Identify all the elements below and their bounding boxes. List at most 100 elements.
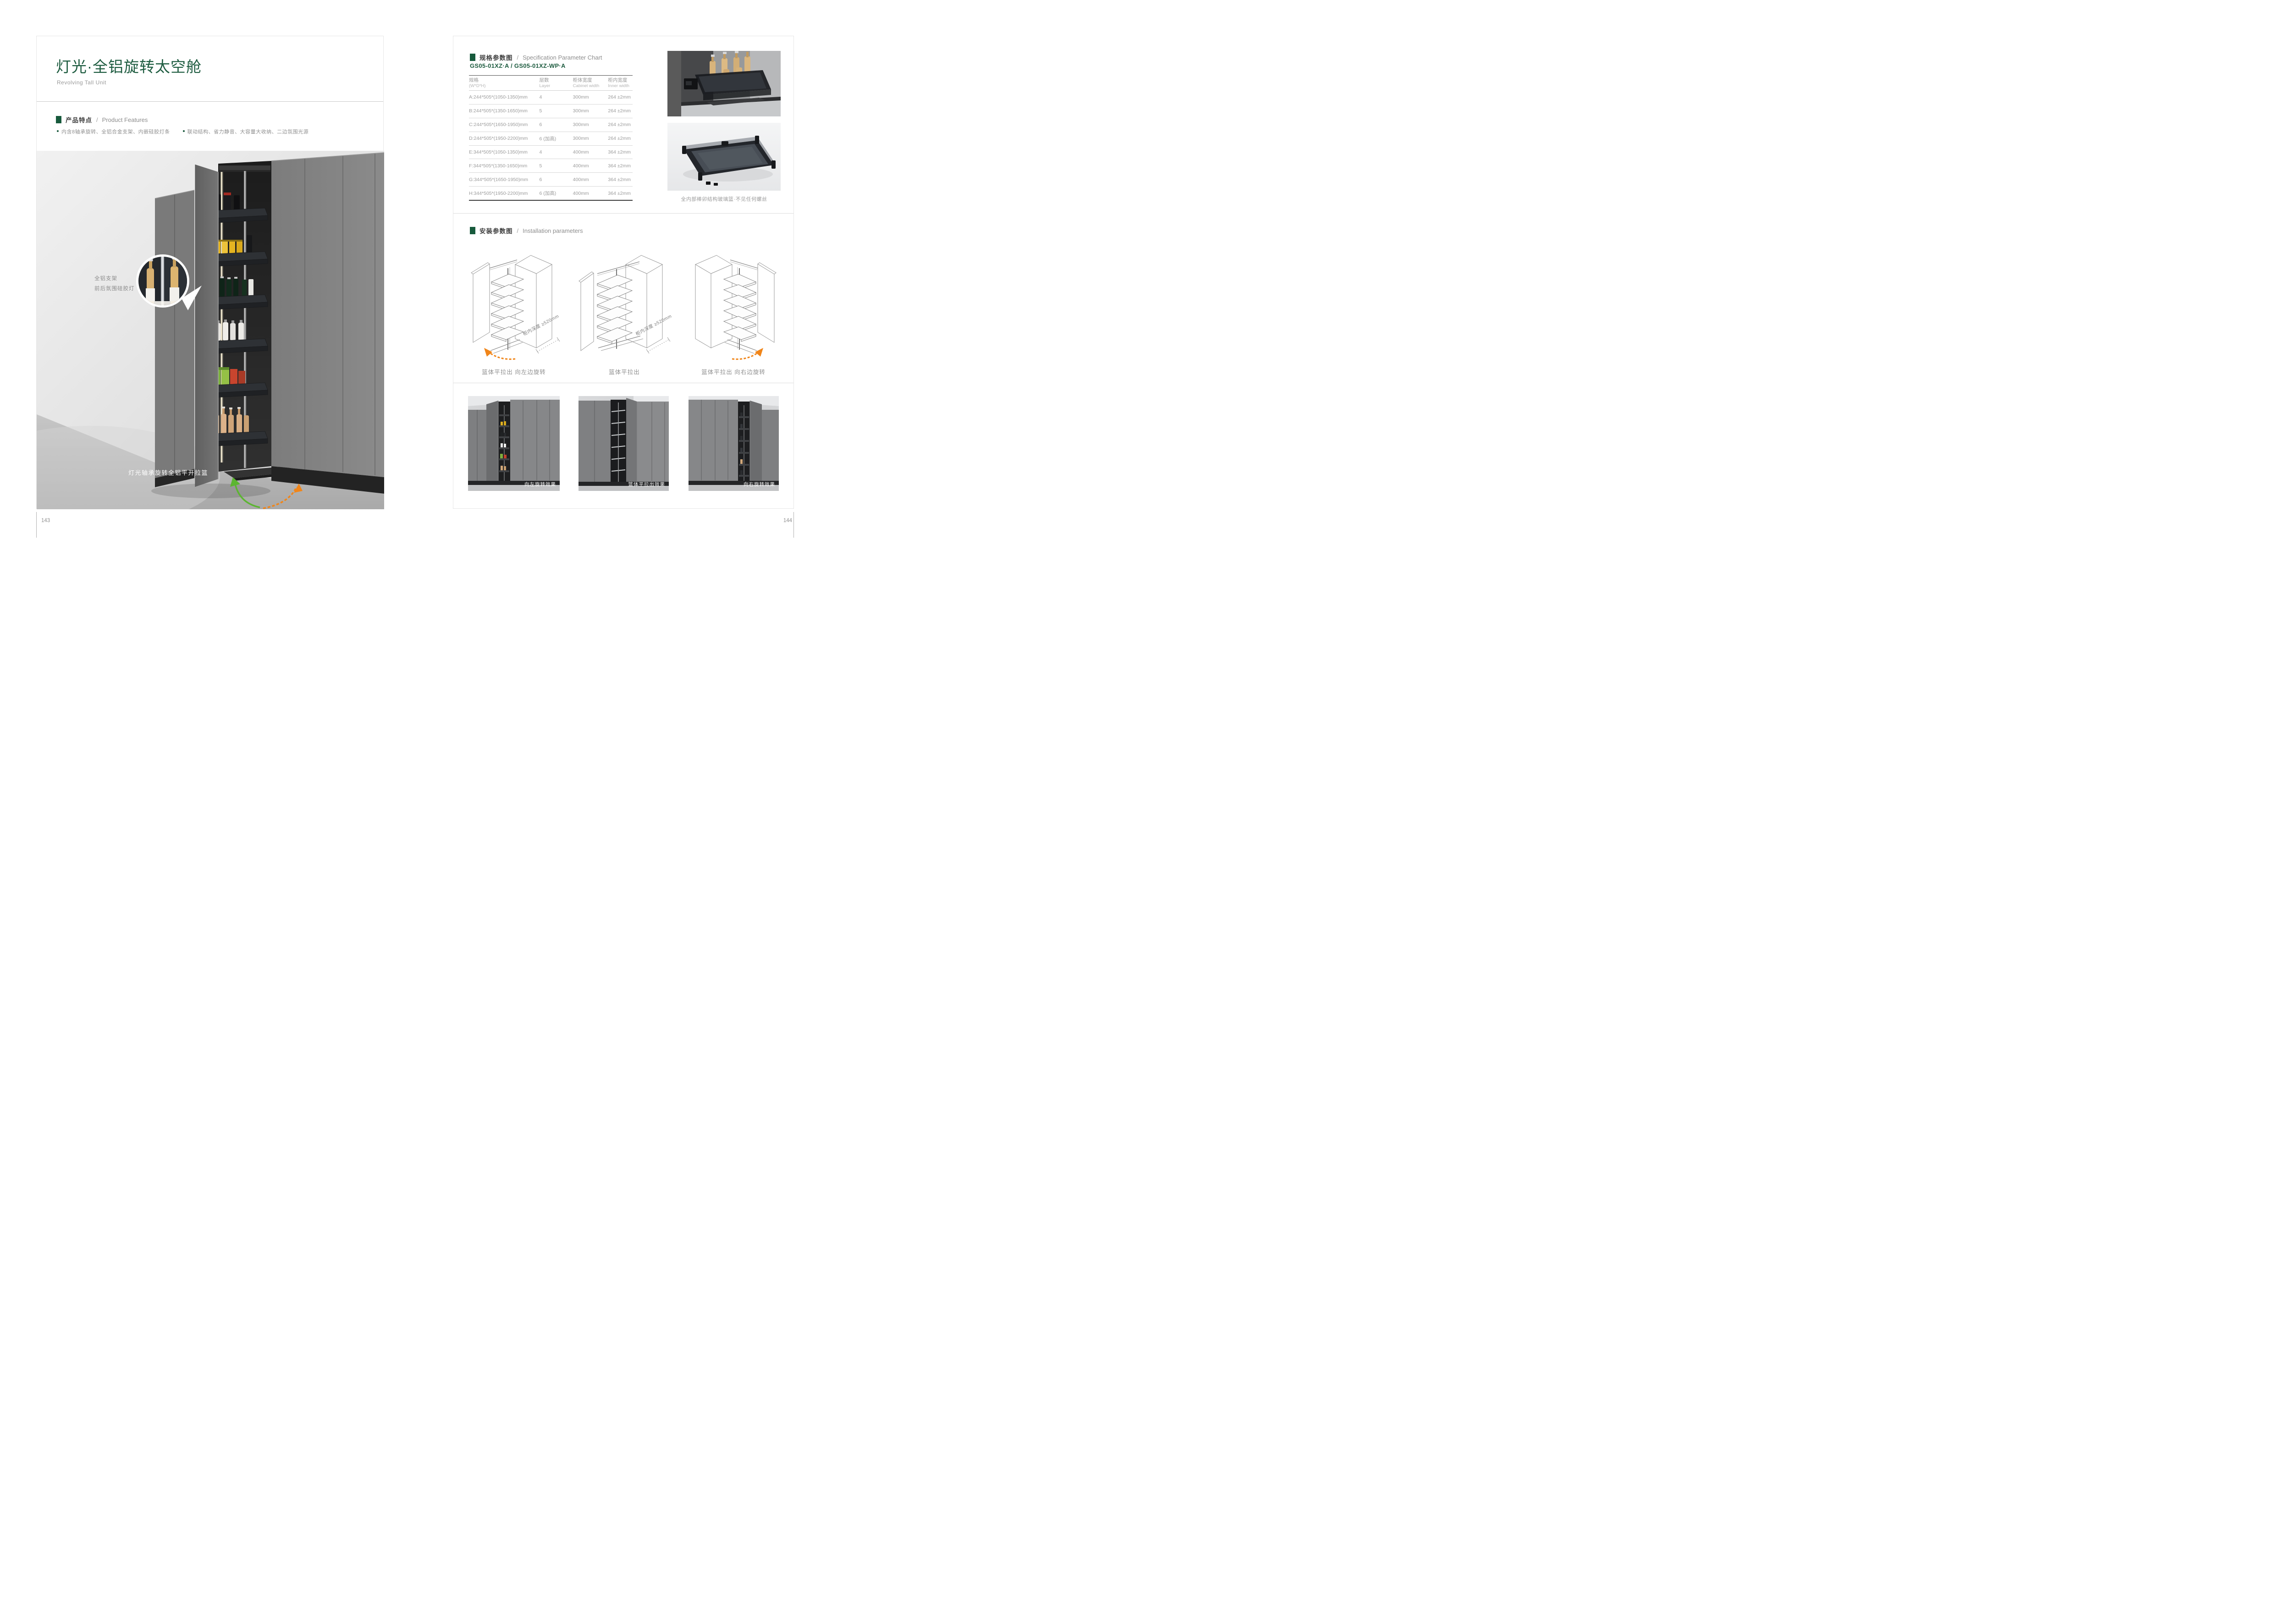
cell-layer: 6 [540, 122, 573, 127]
col-header-inner-width: 柜内宽度 Inner width [608, 77, 633, 90]
footer-rule-left [36, 512, 37, 538]
cell-cabinet-width: 300mm [573, 136, 608, 141]
install-diagram-rotate-right [681, 242, 786, 361]
hero-callout-label: 全铝支架 前后氛围硅胶灯 [94, 274, 135, 294]
cell-size: D:244*505*(1950-2200)mm [469, 136, 540, 141]
cell-inner-width: 364 ±2mm [608, 177, 633, 182]
cell-inner-width: 264 ±2mm [608, 94, 633, 100]
result-photo-caption: 向左旋转效果 [524, 481, 556, 488]
spec-table-header: 规格 (W*D*H) 层数 Layer 柜体宽度 Cabinet width 柜… [469, 76, 633, 91]
cell-size: B:244*505*(1350-1650)mm [469, 108, 540, 114]
hero-scene-illustration [37, 151, 384, 509]
spec-heading-zh: 规格参数图 [479, 53, 513, 62]
cell-inner-width: 364 ±2mm [608, 191, 633, 196]
spec-table-row: B:244*505*(1350-1650)mm 5 300mm 264 ±2mm [469, 105, 633, 118]
model-number: GS05-01XZ·A / GS05-01XZ-WP·A [470, 62, 566, 69]
page-number-left: 143 [41, 518, 50, 523]
install-diagram-pull-out [572, 242, 677, 361]
spec-heading-en: Specification Parameter Chart [523, 54, 602, 61]
install-diagram-rotate-left [461, 242, 567, 361]
result-photo3-illustration [689, 396, 779, 491]
hero-product-image: 全铝支架 前后氛围硅胶灯 灯光轴承旋转全铝平开拉篮 [37, 151, 384, 509]
cell-cabinet-width: 300mm [573, 94, 608, 100]
cell-cabinet-width: 400mm [573, 163, 608, 169]
col-header-layer: 层数 Layer [540, 77, 573, 90]
cell-layer: 5 [540, 163, 573, 169]
spec-heading: 规格参数图 / Specification Parameter Chart [470, 53, 602, 62]
heading-separator: / [96, 116, 98, 123]
cell-cabinet-width: 400mm [573, 191, 608, 196]
footer-rule-right [793, 512, 794, 538]
diagram-caption-right: 篮体平拉出 向右边旋转 [701, 367, 765, 376]
cell-inner-width: 264 ±2mm [608, 136, 633, 141]
cell-layer: 4 [540, 94, 573, 100]
col-header-size: 规格 (W*D*H) [469, 77, 540, 90]
cell-inner-width: 364 ±2mm [608, 163, 633, 169]
features-heading: 产品特点 / Product Features [56, 115, 148, 124]
spec-table-row: A:244*505*(1050-1350)mm 4 300mm 264 ±2mm [469, 91, 633, 105]
cell-size: E:344*505*(1050-1350)mm [469, 149, 540, 155]
result-photo-caption: 篮体平拉出效果 [628, 481, 666, 488]
cell-cabinet-width: 400mm [573, 149, 608, 155]
callout-line2: 前后氛围硅胶灯 [94, 284, 135, 294]
hero-bottom-label: 灯光轴承旋转全铝平开拉篮 [128, 468, 208, 477]
diagram-caption-middle: 篮体平拉出 [609, 367, 640, 376]
spec-photo-glass-basket [667, 123, 781, 191]
catalog-spread: 灯光·全铝旋转太空舱 Revolving Tall Unit 产品特点 / Pr… [0, 0, 830, 541]
cell-cabinet-width: 400mm [573, 177, 608, 182]
diagram-left-illustration [461, 242, 567, 361]
result-photo-pull-out: 篮体平拉出效果 [579, 396, 669, 491]
spec-photo1-illustration [667, 51, 781, 116]
cell-size: G:344*505*(1650-1950)mm [469, 177, 540, 182]
right-page: 规格参数图 / Specification Parameter Chart GS… [453, 36, 794, 509]
result-photo-caption: 向右旋转效果 [744, 481, 775, 488]
section-marker-icon [56, 116, 61, 123]
section-divider [453, 213, 793, 214]
spec-table-row: F:344*505*(1350-1650)mm 5 400mm 364 ±2mm [469, 159, 633, 173]
spec-table-row: H:344*505*(1950-2200)mm 6 (加高) 400mm 364… [469, 187, 633, 200]
feature-item: 内含8轴承旋转、全铝合金支架、内嵌硅胶灯条 [57, 128, 170, 135]
cell-inner-width: 364 ±2mm [608, 149, 633, 155]
cell-size: F:344*505*(1350-1650)mm [469, 163, 540, 169]
page-number-right: 144 [779, 518, 792, 523]
callout-line1: 全铝支架 [94, 274, 135, 284]
spec-photo-caption: 全内部棒卯结构玻璃篮·不见任何螺丝 [667, 195, 781, 203]
install-heading-zh: 安装参数图 [479, 226, 513, 235]
title-divider [37, 101, 383, 102]
cell-layer: 6 (加高) [540, 190, 573, 197]
result-photo1-illustration [468, 396, 560, 491]
spec-photo2-illustration [667, 123, 781, 191]
features-heading-en: Product Features [102, 116, 148, 123]
diagram-right-illustration [681, 242, 786, 361]
spec-table-row: D:244*505*(1950-2200)mm 6 (加高) 300mm 264… [469, 132, 633, 146]
diagram-caption-left: 篮体平拉出 向左边旋转 [482, 367, 545, 376]
section-marker-icon [470, 54, 475, 61]
cell-cabinet-width: 300mm [573, 108, 608, 114]
page-title: 灯光·全铝旋转太空舱 [56, 55, 202, 77]
heading-separator: / [517, 54, 519, 61]
cell-inner-width: 264 ±2mm [608, 122, 633, 127]
cell-layer: 6 (加高) [540, 135, 573, 142]
features-heading-zh: 产品特点 [66, 115, 92, 124]
feature-item: 联动结构、省力静音、大容量大收纳、二边氛围光源 [183, 128, 309, 135]
result-photo-rotate-left: 向左旋转效果 [468, 396, 560, 491]
cell-layer: 4 [540, 149, 573, 155]
cell-cabinet-width: 300mm [573, 122, 608, 127]
cell-size: C:244*505*(1650-1950)mm [469, 122, 540, 127]
cell-layer: 5 [540, 108, 573, 114]
cell-size: A:244*505*(1050-1350)mm [469, 94, 540, 100]
spec-photo-basket-in-cabinet [667, 51, 781, 116]
section-marker-icon [470, 227, 475, 234]
cell-layer: 6 [540, 177, 573, 182]
result-photo2-illustration [579, 396, 669, 491]
page-subtitle: Revolving Tall Unit [57, 79, 106, 86]
cell-size: H:344*505*(1950-2200)mm [469, 191, 540, 196]
spec-table-row: E:344*505*(1050-1350)mm 4 400mm 364 ±2mm [469, 146, 633, 160]
spec-table-body: A:244*505*(1050-1350)mm 4 300mm 264 ±2mm… [469, 91, 633, 200]
install-heading-en: Installation parameters [523, 227, 583, 234]
cell-inner-width: 264 ±2mm [608, 108, 633, 114]
spec-table-row: C:244*505*(1650-1950)mm 6 300mm 264 ±2mm [469, 118, 633, 132]
result-photo-rotate-right: 向右旋转效果 [689, 396, 779, 491]
diagram-middle-illustration [572, 242, 677, 361]
heading-separator: / [517, 227, 519, 234]
